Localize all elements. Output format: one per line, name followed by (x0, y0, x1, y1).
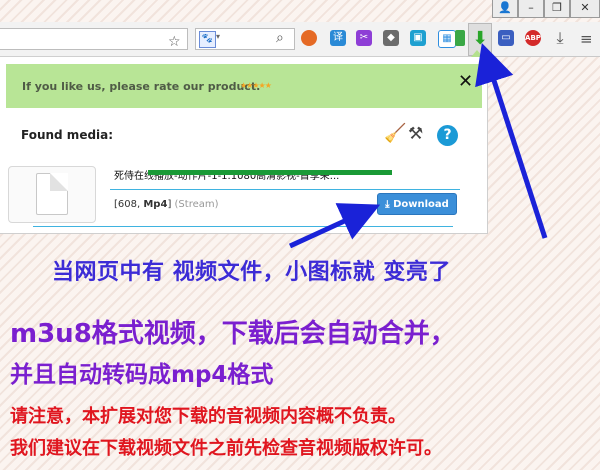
download-arrow-icon: ⤓ (385, 199, 390, 210)
bookmark-star-icon[interactable]: ☆ (168, 34, 181, 50)
row-divider (33, 226, 453, 227)
color-extension-icon[interactable] (301, 30, 317, 46)
address-bar[interactable]: ☆ (0, 28, 188, 50)
download-button-label: Download (393, 199, 449, 210)
abp-extension-icon[interactable]: ABP (525, 30, 541, 46)
media-meta-prefix: [608, (114, 199, 144, 210)
download-extension-icon: ⬇ (472, 28, 488, 49)
search-icon[interactable]: ⌕ (276, 30, 284, 46)
close-icon[interactable]: ✕ (458, 71, 473, 92)
annotation-line-2: m3u8格式视频，下载后会自动合并， (10, 319, 456, 349)
help-icon[interactable]: ? (437, 125, 458, 146)
redaction-mark (148, 170, 392, 175)
scissors-extension-icon[interactable]: ✂ (356, 30, 372, 46)
annotation-line-4: 请注意，本扩展对您下载的音视频内容概不负责。 (10, 406, 406, 427)
media-meta: [608, Mp4] (Stream) (114, 199, 219, 210)
screenshot-extension-icon[interactable]: ▣ (410, 30, 426, 46)
tools-icon[interactable]: ⚒ (408, 124, 423, 144)
lion-extension-icon[interactable]: ◆ (383, 30, 399, 46)
annotation-line-3: 并且自动转码成mp4格式 (10, 362, 274, 388)
minimize-icon[interactable]: – (518, 0, 544, 18)
translate-extension-icon[interactable]: 译 (330, 30, 346, 46)
broom-icon[interactable]: 🧹 (384, 123, 406, 144)
restore-icon[interactable]: ❐ (544, 0, 570, 18)
annotation-line-1: 当网页中有 视频文件，小图标就 变亮了 (52, 260, 451, 285)
file-icon (36, 173, 68, 215)
downloads-icon[interactable]: ⤓ (552, 30, 568, 46)
media-divider (110, 189, 460, 190)
media-thumbnail (8, 166, 96, 223)
rate-message[interactable]: If you like us, please rate our product. (22, 80, 260, 93)
rating-stars[interactable]: ★★★★★ (240, 81, 272, 90)
capture-extension-icon[interactable]: ▦ (438, 30, 456, 48)
screen-extension-icon[interactable]: ▭ (498, 30, 514, 46)
paw-icon[interactable]: 🐾 (199, 31, 216, 48)
annotation-line-5: 我们建议在下载视频文件之前先检查音视频版权许可。 (10, 438, 442, 459)
browser-toolbar: ☆ 🐾 ▾ ⌕ 译 ✂ ◆ ▣ ▦ ▭ ABP ⤓ (0, 22, 600, 57)
window-titlebar: 👤 – ❐ ✕ (0, 0, 600, 22)
media-meta-suffix: ] (167, 199, 172, 210)
media-format: Mp4 (143, 199, 168, 210)
popup-pointer (471, 50, 483, 57)
arrow-to-extension (475, 42, 548, 239)
chevron-down-icon[interactable]: ▾ (216, 32, 220, 41)
user-icon[interactable]: 👤 (492, 0, 518, 18)
found-media-label: Found media: (21, 128, 114, 142)
search-box[interactable]: 🐾 ▾ ⌕ (195, 28, 295, 50)
media-type: (Stream) (174, 199, 219, 210)
download-button[interactable]: ⤓ Download (377, 193, 457, 215)
google-extension-icon[interactable] (455, 30, 465, 46)
close-icon[interactable]: ✕ (570, 0, 600, 18)
menu-icon[interactable]: ≡ (580, 30, 593, 48)
